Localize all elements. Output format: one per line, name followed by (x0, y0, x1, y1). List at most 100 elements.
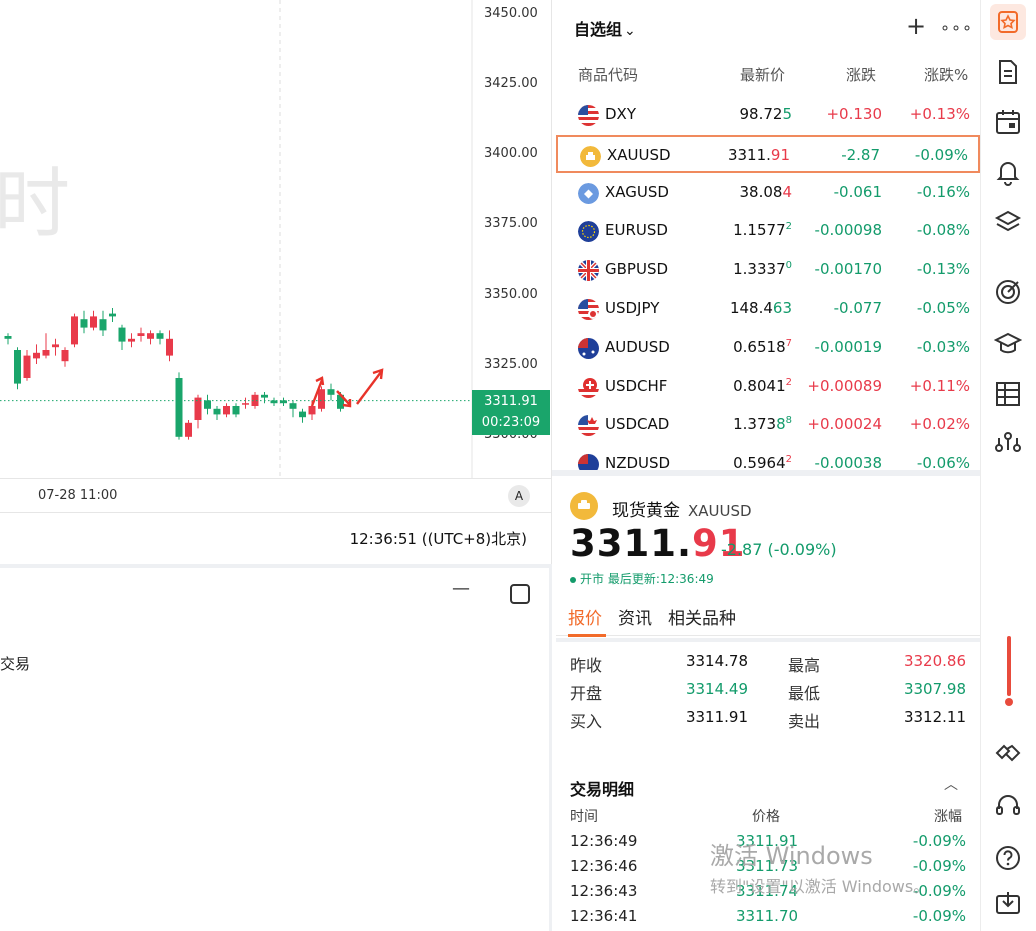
maximize-icon[interactable] (510, 584, 530, 604)
col-head-code[interactable]: 商品代码 (578, 64, 638, 85)
x-axis-label: 07-28 11:00 (38, 488, 118, 503)
row-symbol: USDCAD (605, 415, 670, 434)
download-icon[interactable] (994, 890, 1022, 918)
row-symbol: XAGUSD (605, 182, 669, 201)
row-change-pct: +0.02% (909, 415, 970, 434)
auto-scale-button[interactable]: A (508, 485, 530, 507)
bottom-panel: — 交易 (0, 564, 552, 931)
y-axis-label: 3425.00 (484, 76, 538, 91)
flag-ca-icon (578, 415, 599, 437)
row-change-pct: -0.16% (916, 182, 970, 201)
flag-jp-icon (578, 299, 599, 320)
tab-news[interactable]: 资讯 (618, 604, 652, 629)
candle-body (23, 355, 31, 378)
col-head-pct[interactable]: 涨跌% (924, 64, 968, 85)
watchlist-row[interactable]: EURUSD 1.15772 -0.00098 -0.08% (556, 212, 980, 250)
target-icon[interactable] (994, 278, 1022, 306)
table-icon[interactable] (994, 380, 1022, 408)
thermometer-icon[interactable] (1005, 636, 1013, 708)
graduation-cap-icon[interactable] (993, 330, 1023, 358)
handshake-icon[interactable] (994, 740, 1022, 768)
col-head-change[interactable]: 涨跌 (846, 64, 876, 85)
candle-body (185, 422, 192, 437)
y-axis-label: 3325.00 (484, 357, 538, 372)
calendar-icon[interactable] (994, 108, 1022, 136)
row-price-main: 98.72 (739, 105, 783, 123)
row-price-pip: 8 (785, 415, 792, 427)
chevron-up-icon[interactable]: ︿ (944, 774, 958, 794)
row-price: 1.15772 (733, 221, 792, 239)
trade-price: 3311.70 (736, 907, 799, 925)
document-icon[interactable] (994, 58, 1022, 86)
flag-gold-icon (580, 145, 601, 167)
network-icon[interactable] (994, 428, 1022, 456)
minimize-icon[interactable]: — (452, 578, 470, 599)
stats-divider (556, 638, 980, 642)
row-change: -2.87 (841, 145, 880, 164)
watchlist-title: 自选组 (574, 20, 623, 39)
candle-body (308, 406, 316, 415)
candlestick-svg[interactable] (0, 0, 552, 478)
watchlist-row[interactable]: GBPUSD 1.33370 -0.00170 -0.13% (556, 251, 980, 289)
trade-row: 12:36:43 3311.74 -0.09% (556, 882, 980, 907)
row-symbol: USDJPY (605, 299, 660, 317)
chevron-down-icon: ⌄ (624, 23, 636, 39)
tab-quote[interactable]: 报价 (568, 604, 602, 629)
flag-silver-icon (578, 182, 599, 204)
star-icon[interactable] (990, 4, 1026, 40)
row-price-pip: 2 (785, 221, 792, 233)
price-chart[interactable]: 时 3450.00 3425.00 3400.00 3375.00 3350.0… (0, 0, 552, 478)
watchlist-row[interactable]: NZDUSD 0.59642 -0.00038 -0.06% (556, 445, 980, 474)
row-change-pct: -0.03% (916, 337, 970, 356)
trades-title: 交易明细 (570, 780, 635, 799)
row-change-pct: -0.05% (916, 299, 970, 317)
row-change: -0.00019 (814, 337, 882, 356)
row-price-pip: 0 (785, 260, 792, 272)
more-icon[interactable]: ∘∘∘ (940, 18, 973, 37)
watchlist-row[interactable]: AUDUSD 0.65187 -0.00019 -0.03% (556, 329, 980, 367)
watchlist-row[interactable]: USDCAD 1.37388 +0.00024 +0.02% (556, 406, 980, 444)
watchlist-group-selector[interactable]: 自选组 ⌄ (574, 16, 636, 40)
candle-body (137, 333, 145, 336)
symbol-detail: 现货黄金 XAUUSD 3311.91 -2.87 (-0.09%) 开市 最后更… (556, 476, 980, 931)
candle-body (213, 408, 221, 415)
flag-us-icon (578, 105, 599, 126)
tool-rail (980, 0, 1036, 931)
row-change: -0.061 (833, 182, 882, 201)
tab-related[interactable]: 相关品种 (668, 604, 736, 629)
candle-body (118, 327, 126, 342)
detail-price-main: 3311. (570, 522, 693, 565)
watchlist-row[interactable]: USDCHF 0.80412 +0.00089 +0.11% (556, 368, 980, 406)
add-icon[interactable]: + (906, 12, 926, 40)
col-head-price[interactable]: 最新价 (740, 64, 785, 85)
watchlist-row[interactable]: USDJPY 148.463 -0.077 -0.05% (556, 290, 980, 328)
headset-icon[interactable] (994, 792, 1022, 820)
trades-col-change: 涨幅 (934, 809, 962, 825)
row-price-pip: 2 (785, 454, 792, 466)
trade-price: 3311.74 (736, 882, 799, 900)
row-symbol: EURUSD (605, 221, 668, 240)
candle-body (109, 313, 116, 317)
stat-label: 最高 (788, 656, 821, 675)
candle-body (223, 406, 230, 415)
candle-body (318, 389, 325, 409)
chart-clock[interactable]: 12:36:51 ((UTC+8)北京) (350, 528, 527, 549)
row-price: 0.80412 (733, 377, 792, 395)
candle-body (99, 319, 107, 331)
y-axis-label: 3375.00 (484, 216, 538, 231)
panel-partial-text: 交易 (0, 655, 31, 673)
candle-body (261, 394, 268, 398)
watchlist-row[interactable]: DXY 98.725 +0.130 +0.13% (556, 96, 980, 134)
layers-icon[interactable] (994, 208, 1022, 236)
flag-ch-icon (578, 376, 599, 398)
trade-time: 12:36:43 (570, 882, 638, 900)
help-icon[interactable] (994, 844, 1022, 872)
stat-value: 3314.49 (685, 680, 748, 698)
watchlist-row[interactable]: XAUUSD 3311.91 -2.87 -0.09% (556, 134, 980, 173)
row-price-tail: 91 (770, 145, 790, 164)
candle-body (232, 406, 240, 415)
row-symbol: DXY (605, 105, 636, 123)
bell-icon[interactable] (994, 158, 1022, 186)
flag-au-icon (578, 337, 599, 359)
watchlist-row[interactable]: XAGUSD 38.084 -0.061 -0.16% (556, 174, 980, 212)
